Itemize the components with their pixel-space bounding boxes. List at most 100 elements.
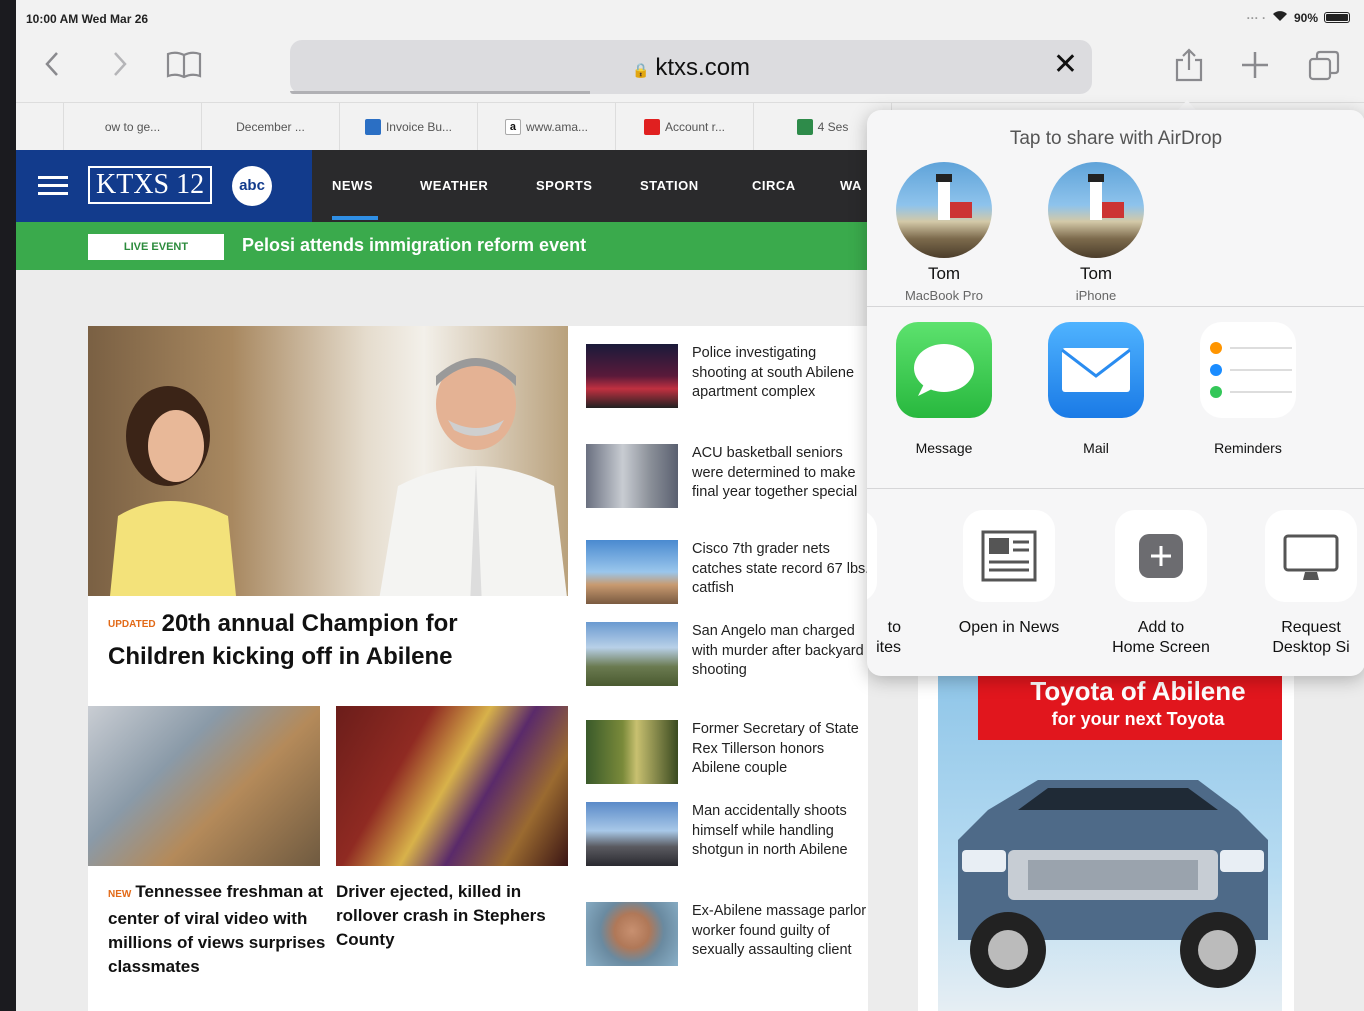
- tabs-overview-icon[interactable]: [1308, 50, 1340, 88]
- favorite-label: Account r...: [664, 119, 726, 134]
- story-headline[interactable]: Driver ejected, killed in rollover crash…: [336, 880, 556, 952]
- battery-icon: [1324, 12, 1350, 23]
- list-item[interactable]: San Angelo man charged with murder after…: [586, 622, 866, 692]
- action-open-in-news[interactable]: Open in News: [939, 510, 1079, 638]
- nav-news[interactable]: NEWS: [332, 178, 373, 193]
- list-item[interactable]: Police investigating shooting at south A…: [586, 344, 866, 414]
- list-headline: Ex-Abilene massage parlor worker found g…: [692, 903, 867, 958]
- lock-icon: 🔒: [631, 62, 650, 78]
- airdrop-title: Tap to share with AirDrop: [1009, 128, 1223, 149]
- action-label: Request Desktop Si: [1272, 619, 1350, 656]
- truck-illustration: [958, 780, 1268, 988]
- airdrop-target-macbook[interactable]: Tom MacBook Pro: [879, 162, 1009, 303]
- ad-banner: Toyota of Abilene for your next Toyota: [978, 674, 1282, 740]
- action-request-desktop-site[interactable]: Request Desktop Si: [1241, 510, 1364, 658]
- list-headline: Man accidentally shoots himself while ha…: [692, 803, 848, 858]
- star-icon: [867, 510, 877, 602]
- favorite-item[interactable]: ow to ge...: [64, 102, 202, 151]
- list-item[interactable]: Former Secretary of State Rex Tillerson …: [586, 720, 866, 790]
- hero-image[interactable]: [88, 326, 568, 596]
- share-app-messages[interactable]: Message: [879, 322, 1009, 456]
- favorite-label: December ...: [236, 119, 305, 134]
- nav-circa[interactable]: CIRCA: [752, 178, 796, 193]
- nav-active-indicator: [332, 216, 378, 220]
- list-item[interactable]: Cisco 7th grader nets catches state reco…: [586, 540, 869, 610]
- list-item[interactable]: Ex-Abilene massage parlor worker found g…: [586, 902, 866, 972]
- story-image[interactable]: [336, 706, 568, 866]
- nav-weather[interactable]: WEATHER: [420, 178, 488, 193]
- airdrop-device-name: iPhone: [1075, 288, 1117, 303]
- story-title-text: Driver ejected, killed in rollover crash…: [336, 882, 546, 949]
- list-headline: ACU basketball seniors were determined t…: [692, 445, 858, 500]
- list-thumbnail: [586, 720, 678, 784]
- advertisement[interactable]: Toyota of Abilene for your next Toyota: [918, 670, 1294, 1011]
- forward-button[interactable]: [112, 50, 128, 84]
- news-main: UPDATED 20th annual Champion for Children…: [88, 326, 869, 1011]
- live-event-text[interactable]: Pelosi attends immigration reform event: [242, 235, 586, 256]
- site-brand: KTXS 12 abc: [16, 150, 312, 222]
- favorite-label: 4 Ses: [817, 119, 849, 134]
- ad-creative[interactable]: Toyota of Abilene for your next Toyota: [938, 670, 1282, 1011]
- list-item[interactable]: ACU basketball seniors were determined t…: [586, 444, 866, 514]
- action-label: Add to Home Screen: [1112, 619, 1210, 656]
- url-text: ktxs.com: [655, 54, 751, 81]
- airdrop-target-iphone[interactable]: Tom iPhone: [1031, 162, 1161, 303]
- amazon-favicon-icon: a: [504, 118, 521, 135]
- hero-title-text: 20th annual Champion for Children kickin…: [108, 610, 458, 670]
- url-display[interactable]: 🔒 ktxs.com: [290, 54, 1092, 82]
- plus-square-icon: [1115, 510, 1207, 602]
- nav-station[interactable]: STATION: [640, 178, 699, 193]
- airdrop-person-name: Tom: [927, 264, 961, 283]
- action-label: Open in News: [958, 619, 1060, 636]
- list-item[interactable]: Man accidentally shoots himself while ha…: [586, 802, 866, 872]
- list-headline: Police investigating shooting at south A…: [692, 345, 855, 400]
- hamburger-menu-icon[interactable]: [38, 176, 68, 200]
- favorite-item[interactable]: Invoice Bu...: [340, 102, 478, 151]
- story-image[interactable]: [88, 706, 320, 866]
- list-headline: San Angelo man charged with murder after…: [692, 623, 864, 678]
- favorite-item[interactable]: December ...: [202, 102, 340, 151]
- abc-logo: abc: [232, 166, 272, 206]
- close-icon[interactable]: ✕: [1053, 50, 1078, 80]
- desktop-icon: [1265, 510, 1357, 602]
- news-icon: [963, 510, 1055, 602]
- favorite-label: ow to ge...: [104, 119, 161, 134]
- share-app-mail[interactable]: Mail: [1031, 322, 1161, 456]
- app-label: Reminders: [1214, 440, 1282, 456]
- safari-window: 10:00 AM Wed Mar 26 ··· · 90% 🔒 ktxs.com …: [16, 0, 1364, 1011]
- address-bar[interactable]: 🔒 ktxs.com ✕: [290, 40, 1092, 94]
- story-headline[interactable]: NEW Tennessee freshman at center of viral…: [108, 880, 328, 979]
- wifi-icon: [1272, 10, 1288, 25]
- messages-icon: [896, 322, 992, 418]
- signal-dots-icon: ··· ·: [1246, 10, 1266, 25]
- action-add-to-favorites[interactable]: to ites: [867, 510, 901, 658]
- action-add-to-home-screen[interactable]: Add to Home Screen: [1091, 510, 1231, 658]
- reminders-icon: [1200, 322, 1296, 418]
- action-label: to ites: [876, 619, 901, 656]
- hero-headline[interactable]: UPDATED 20th annual Champion for Children…: [108, 608, 548, 673]
- updated-tag: UPDATED: [108, 618, 156, 630]
- nav-sports[interactable]: SPORTS: [536, 178, 592, 193]
- share-icon[interactable]: [1174, 48, 1204, 88]
- list-thumbnail: [586, 622, 678, 686]
- back-button[interactable]: [44, 50, 60, 84]
- adobe-favicon-icon: [643, 118, 660, 135]
- favorite-item[interactable]: a www.ama...: [478, 102, 616, 151]
- status-indicators: ··· · 90%: [1247, 10, 1350, 25]
- list-headline: Cisco 7th grader nets catches state reco…: [692, 541, 870, 596]
- list-thumbnail: [586, 444, 678, 508]
- share-app-reminders[interactable]: Reminders: [1183, 322, 1313, 456]
- nav-more[interactable]: WA: [840, 178, 862, 193]
- list-thumbnail: [586, 344, 678, 408]
- bookmarks-book-icon[interactable]: [166, 50, 202, 86]
- site-logo[interactable]: KTXS 12: [88, 166, 213, 204]
- new-tab-plus-icon[interactable]: [1240, 50, 1270, 86]
- list-thumbnail: [586, 902, 678, 966]
- sheet-favicon-icon: [796, 118, 813, 135]
- list-thumbnail: [586, 802, 678, 866]
- favorite-label: www.ama...: [525, 119, 588, 134]
- ad-subheadline: for your next Toyota: [1051, 709, 1225, 729]
- avatar: [1048, 162, 1144, 258]
- divider: [867, 488, 1364, 489]
- favorite-item[interactable]: Account r...: [616, 102, 754, 151]
